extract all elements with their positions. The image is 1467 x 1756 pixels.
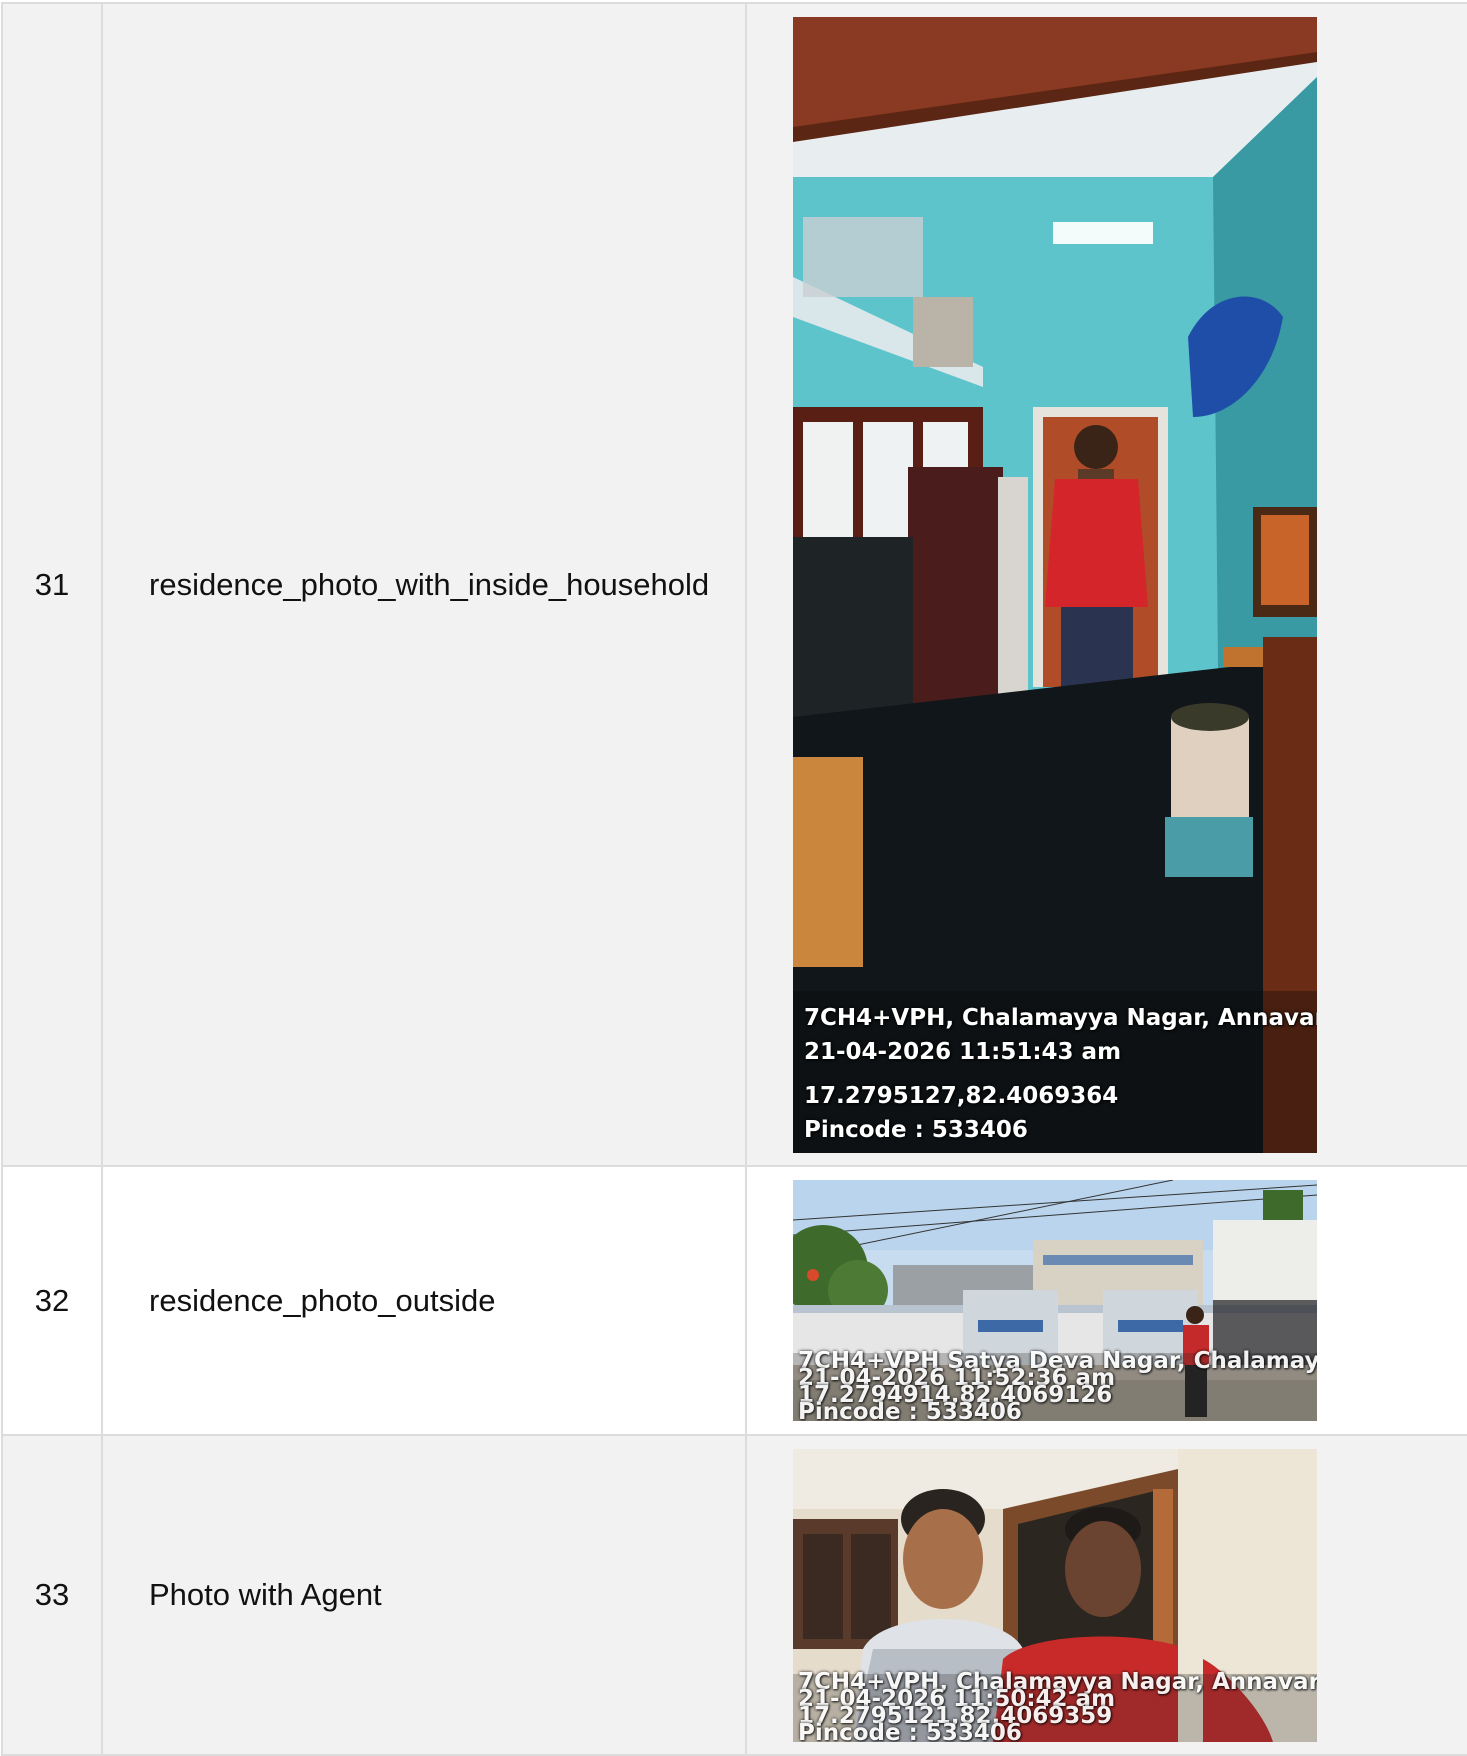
residence-exterior-photo[interactable]: 7CH4+VPH Satya Deva Nagar, Chalamayya N … (793, 1180, 1317, 1421)
agent-selfie-photo[interactable]: 7CH4+VPH, Chalamayya Nagar, Annavaram, 2… (793, 1448, 1317, 1742)
photo-cell: 7CH4+VPH, Chalamayya Nagar, Annavaram, 2… (745, 1434, 1467, 1756)
photo-geotag-stamp: 7CH4+VPH, Chalamayya Nagar, Annavaram, 2… (793, 1670, 1317, 1742)
photo-geotag-stamp: 7CH4+VPH Satya Deva Nagar, Chalamayya N … (793, 1350, 1317, 1422)
row-number: 31 (1, 2, 103, 1167)
table-row: 33 Photo with Agent 7CH4+VPH, Chalamayya… (1, 1434, 1467, 1756)
table-row: 31 residence_photo_with_inside_household (1, 2, 1467, 1167)
geotag-coordinates: 17.2795127,82.4069364 (804, 1082, 1119, 1109)
row-number: 32 (1, 1165, 103, 1436)
photo-label: Photo with Agent (101, 1434, 747, 1756)
table-row: 32 residence_photo_outside 7CH4+VPH Saty… (1, 1165, 1467, 1436)
geotag-address: 7CH4+VPH, Chalamayya Nagar, Annavaram, (804, 1004, 1317, 1031)
geotag-pincode: Pincode : 533406 (798, 1719, 1022, 1742)
indoor-household-photo[interactable]: 7CH4+VPH, Chalamayya Nagar, Annavaram, 2… (793, 16, 1317, 1153)
photo-table: 31 residence_photo_with_inside_household (1, 2, 1467, 1756)
photo-cell: 7CH4+VPH Satya Deva Nagar, Chalamayya N … (745, 1165, 1467, 1436)
photo-label: residence_photo_outside (101, 1165, 747, 1436)
geotag-pincode: Pincode : 533406 (804, 1116, 1028, 1143)
row-number: 33 (1, 1434, 103, 1756)
photo-cell: 7CH4+VPH, Chalamayya Nagar, Annavaram, 2… (745, 2, 1467, 1167)
geotag-pincode: Pincode : 533406 (798, 1399, 1022, 1422)
geotag-datetime: 21-04-2026 11:51:43 am (804, 1038, 1122, 1065)
photo-label: residence_photo_with_inside_household (101, 2, 747, 1167)
photo-geotag-stamp: 7CH4+VPH, Chalamayya Nagar, Annavaram, 2… (793, 990, 1317, 1153)
